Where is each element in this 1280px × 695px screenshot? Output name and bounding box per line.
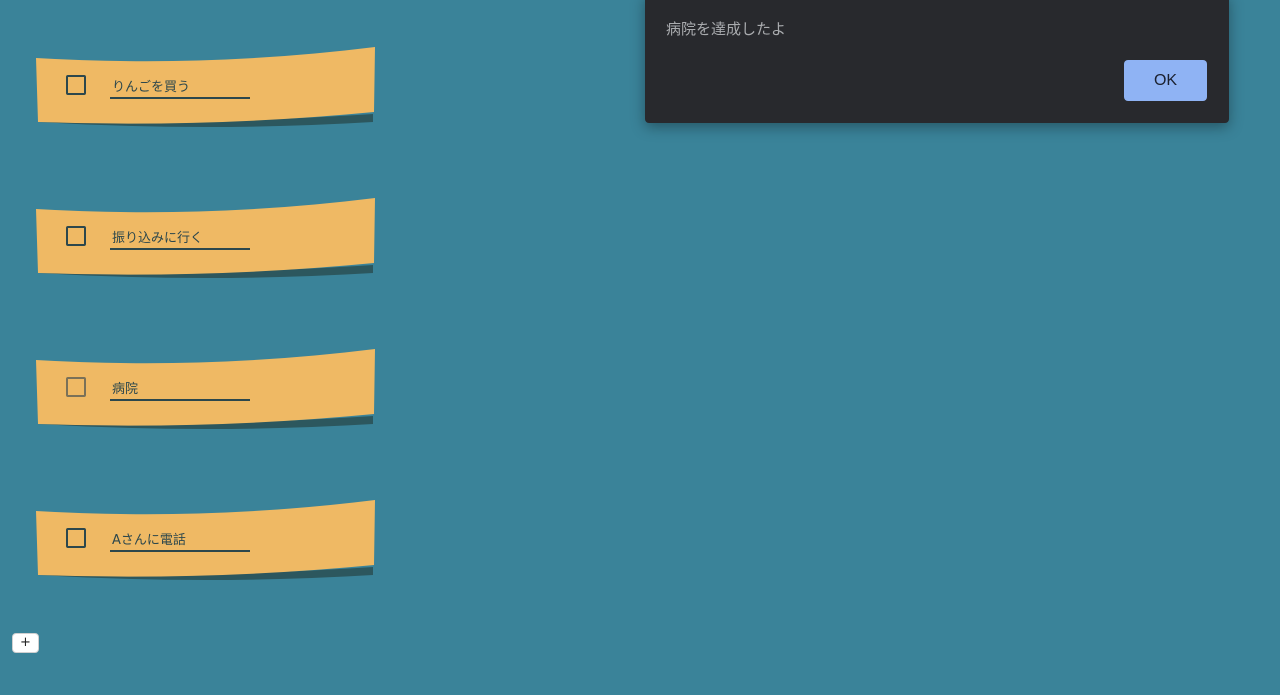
task-input[interactable]: 振り込みに行く — [110, 230, 250, 250]
task-note: りんごを買う — [36, 46, 376, 127]
task-checkbox[interactable] — [66, 377, 86, 397]
task-input[interactable]: りんごを買う — [110, 79, 250, 99]
task-note: 振り込みに行く — [36, 197, 376, 278]
ok-button[interactable]: OK — [1124, 60, 1207, 101]
add-task-button[interactable]: + — [12, 633, 39, 653]
alert-message: 病院を達成したよ — [666, 20, 787, 38]
app-canvas: りんごを買う 振り込みに行く 病院 Aさんに電話 + 病院を達成したよ OK — [0, 0, 1280, 695]
task-input[interactable]: Aさんに電話 — [110, 532, 250, 552]
task-note: Aさんに電話 — [36, 499, 376, 580]
task-checkbox[interactable] — [66, 226, 86, 246]
task-input[interactable]: 病院 — [110, 381, 250, 401]
task-note: 病院 — [36, 348, 376, 429]
task-checkbox[interactable] — [66, 75, 86, 95]
alert-dialog: 病院を達成したよ OK — [645, 0, 1229, 123]
task-checkbox[interactable] — [66, 528, 86, 548]
